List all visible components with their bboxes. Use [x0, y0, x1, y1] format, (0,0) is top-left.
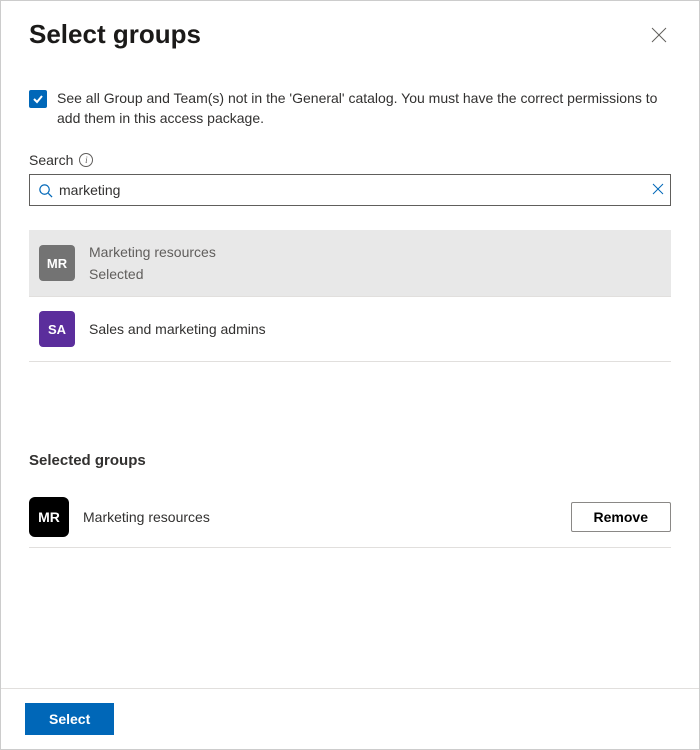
result-name: Marketing resources [89, 244, 216, 260]
selected-group-name: Marketing resources [83, 509, 557, 525]
panel-header: Select groups [1, 1, 699, 58]
result-text: Marketing resources Selected [89, 244, 216, 282]
avatar: MR [29, 497, 69, 537]
avatar: SA [39, 311, 75, 347]
search-box[interactable] [29, 174, 671, 206]
search-label: Search [29, 152, 73, 168]
remove-button[interactable]: Remove [571, 502, 671, 532]
result-row-sales-and-marketing-admins[interactable]: SA Sales and marketing admins [29, 297, 671, 362]
info-icon[interactable]: i [79, 153, 93, 167]
select-groups-panel: Select groups See all Group and Team(s) … [0, 0, 700, 750]
result-row-marketing-resources[interactable]: MR Marketing resources Selected [29, 230, 671, 297]
avatar: MR [39, 245, 75, 281]
close-icon [651, 27, 667, 43]
clear-search-button[interactable] [652, 182, 664, 198]
search-input[interactable] [59, 182, 646, 198]
close-button[interactable] [647, 23, 671, 50]
panel-footer: Select [1, 688, 699, 749]
result-status: Selected [89, 266, 216, 282]
search-label-row: Search i [29, 152, 671, 168]
search-results: MR Marketing resources Selected SA Sales… [29, 230, 671, 362]
selected-groups-heading: Selected groups [29, 452, 671, 469]
selected-group-row: MR Marketing resources Remove [29, 487, 671, 548]
result-name: Sales and marketing admins [89, 321, 266, 337]
panel-content: See all Group and Team(s) not in the 'Ge… [1, 58, 699, 688]
see-all-groups-checkbox[interactable] [29, 90, 47, 108]
select-button[interactable]: Select [25, 703, 114, 735]
check-icon [32, 93, 44, 105]
search-icon [38, 183, 53, 198]
see-all-groups-option: See all Group and Team(s) not in the 'Ge… [29, 88, 671, 128]
see-all-groups-label: See all Group and Team(s) not in the 'Ge… [57, 88, 671, 128]
result-text: Sales and marketing admins [89, 321, 266, 337]
panel-title: Select groups [29, 19, 201, 50]
x-icon [652, 183, 664, 195]
